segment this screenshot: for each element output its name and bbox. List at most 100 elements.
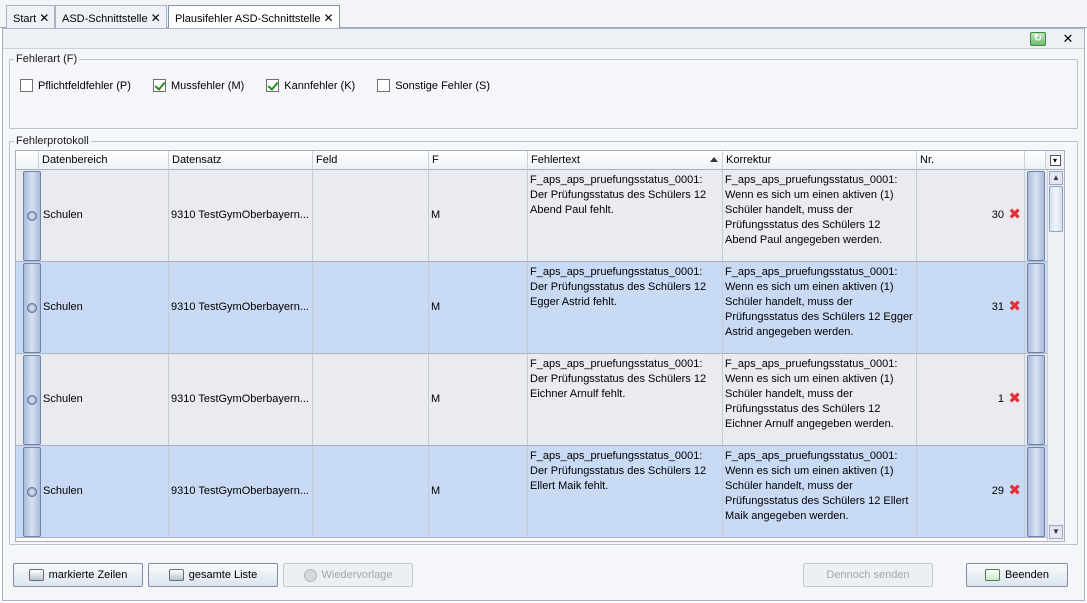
cell-fehlertext: F_aps_aps_pruefungsstatus_0001: Der Prüf…: [528, 262, 723, 353]
tab-label: Plausifehler ASD-Schnittstelle: [175, 13, 321, 25]
row-right-handle[interactable]: [1027, 447, 1045, 537]
cell-datenbereich: Schulen: [41, 170, 169, 261]
cell-nr: 1 ✖: [917, 354, 1025, 445]
column-header-korrektur[interactable]: Korrektur: [723, 151, 917, 170]
column-chooser-button[interactable]: ▾: [1046, 151, 1064, 170]
cell-datensatz: 9310 TestGymOberbayern...: [169, 446, 313, 537]
checkbox-label: Pflichtfeldfehler (P): [38, 79, 131, 92]
cell-korrektur: F_aps_aps_pruefungsstatus_0001: Wenn es …: [723, 170, 917, 261]
cell-nr: 30 ✖: [917, 170, 1025, 261]
column-header-label: Fehlertext: [531, 154, 580, 166]
nr-value: 29: [991, 485, 1004, 497]
button-label: markierte Zeilen: [48, 569, 128, 581]
row-right-handle[interactable]: [1027, 263, 1045, 353]
checkbox-mussfehler[interactable]: Mussfehler (M): [152, 79, 245, 92]
table-row[interactable]: Schulen 9310 TestGymOberbayern... M F_ap…: [16, 446, 1047, 538]
cell-korrektur: F_aps_aps_pruefungsstatus_0001: Wenn es …: [723, 262, 917, 353]
checkbox-label: Mussfehler (M): [170, 79, 245, 92]
close-panel-button[interactable]: ✕: [1057, 30, 1079, 48]
main-panel: ↻ ✕ Fehlerart (F) Pflichtfeldfehler (P) …: [2, 28, 1085, 601]
cell-datensatz: 9310 TestGymOberbayern...: [169, 170, 313, 261]
dennoch-senden-button[interactable]: Dennoch senden: [803, 563, 933, 587]
checkbox-sonstige-fehler[interactable]: Sonstige Fehler (S): [377, 79, 490, 92]
column-header-datenbereich[interactable]: Datenbereich: [39, 151, 169, 170]
printer-icon: [168, 569, 184, 581]
nr-value: 31: [991, 301, 1004, 313]
row-selector[interactable]: [23, 447, 41, 537]
wiedervorlage-icon: [303, 568, 317, 582]
refresh-button[interactable]: ↻: [1027, 30, 1049, 48]
close-icon[interactable]: ✕: [39, 11, 49, 25]
row-right-handle[interactable]: [1027, 171, 1045, 261]
scroll-down-icon[interactable]: ▼: [1049, 525, 1063, 539]
fehlerart-group: Fehlerart (F) Pflichtfeldfehler (P) Muss…: [9, 53, 1078, 129]
tab-asd-schnittstelle[interactable]: ASD-Schnittstelle ✕: [55, 5, 167, 28]
table-row[interactable]: Schulen 9310 TestGymOberbayern... M F_ap…: [16, 262, 1047, 354]
tab-label: ASD-Schnittstelle: [62, 13, 148, 25]
cell-fehlertext: F_aps_aps_pruefungsstatus_0001: Der Prüf…: [528, 170, 723, 261]
cell-korrektur: F_aps_aps_pruefungsstatus_0001: Wenn es …: [723, 446, 917, 537]
checkbox-label: Kannfehler (K): [284, 79, 356, 92]
row-selector[interactable]: [23, 355, 41, 445]
cell-datenbereich: Schulen: [41, 354, 169, 445]
cell-feld: [313, 446, 429, 537]
sort-ascending-icon: [710, 157, 718, 162]
cell-f: M: [429, 170, 528, 261]
delete-icon[interactable]: ✖: [1008, 207, 1021, 222]
cell-datenbereich: Schulen: [41, 262, 169, 353]
checkbox-box[interactable]: [20, 79, 33, 92]
cell-datensatz: 9310 TestGymOberbayern...: [169, 354, 313, 445]
button-label: Dennoch senden: [826, 569, 910, 581]
column-header-fehlertext[interactable]: Fehlertext: [528, 151, 723, 170]
scroll-thumb[interactable]: [1049, 186, 1063, 232]
vertical-scrollbar[interactable]: ▲ ▼: [1047, 170, 1064, 541]
tab-bar: Start ✕ ASD-Schnittstelle ✕ Plausifehler A…: [0, 0, 1087, 29]
cell-feld: [313, 262, 429, 353]
tab-start[interactable]: Start ✕: [6, 5, 56, 28]
checkbox-kannfehler[interactable]: Kannfehler (K): [266, 79, 355, 92]
checkbox-pflichtfeldfehler[interactable]: Pflichtfeldfehler (P): [20, 79, 131, 92]
column-header-f[interactable]: F: [429, 151, 528, 170]
cell-feld: [313, 354, 429, 445]
row-info-icon: [27, 211, 37, 221]
tab-plausifehler[interactable]: Plausifehler ASD-Schnittstelle ✕: [168, 5, 340, 29]
checkbox-box[interactable]: [266, 79, 280, 92]
column-header-feld[interactable]: Feld: [313, 151, 429, 170]
fehler-grid: Datenbereich Datensatz Feld F Fehlertext…: [15, 150, 1065, 542]
wiedervorlage-button[interactable]: Wiedervorlage: [283, 563, 413, 587]
close-icon[interactable]: ✕: [151, 11, 161, 25]
checkbox-box[interactable]: [152, 79, 166, 92]
panel-toolbar: ↻ ✕: [3, 29, 1084, 49]
row-selector[interactable]: [23, 171, 41, 261]
button-label: gesamte Liste: [188, 569, 258, 581]
close-icon[interactable]: ✕: [324, 11, 334, 25]
delete-icon[interactable]: ✖: [1008, 299, 1021, 314]
beenden-button[interactable]: Beenden: [966, 563, 1068, 587]
fehlerart-legend: Fehlerart (F): [16, 53, 78, 65]
column-header-nr[interactable]: Nr.: [917, 151, 1025, 170]
row-right-handle[interactable]: [1027, 355, 1045, 445]
row-selector[interactable]: [23, 263, 41, 353]
scroll-up-icon[interactable]: ▲: [1049, 171, 1063, 185]
table-row[interactable]: Schulen 9310 TestGymOberbayern... M F_ap…: [16, 170, 1047, 262]
delete-icon[interactable]: ✖: [1008, 483, 1021, 498]
print-full-list-button[interactable]: gesamte Liste: [148, 563, 278, 587]
delete-icon[interactable]: ✖: [1008, 391, 1021, 406]
cell-f: M: [429, 446, 528, 537]
cell-fehlertext: F_aps_aps_pruefungsstatus_0001: Der Prüf…: [528, 446, 723, 537]
column-header-datensatz[interactable]: Datensatz: [169, 151, 313, 170]
print-marked-rows-button[interactable]: markierte Zeilen: [13, 563, 143, 587]
cell-nr: 29 ✖: [917, 446, 1025, 537]
fehlerprotokoll-legend: Fehlerprotokoll: [16, 135, 89, 147]
row-info-icon: [27, 487, 37, 497]
cell-korrektur: F_aps_aps_pruefungsstatus_0001: Wenn es …: [723, 354, 917, 445]
checkbox-label: Sonstige Fehler (S): [395, 79, 490, 92]
tab-label: Start: [13, 13, 37, 25]
cell-feld: [313, 170, 429, 261]
refresh-icon: ↻: [1030, 32, 1046, 46]
cell-f: M: [429, 262, 528, 353]
grid-header-spacer: [1025, 151, 1046, 170]
checkbox-box[interactable]: [377, 79, 391, 92]
printer-icon: [28, 569, 44, 581]
table-row[interactable]: Schulen 9310 TestGymOberbayern... M F_ap…: [16, 354, 1047, 446]
